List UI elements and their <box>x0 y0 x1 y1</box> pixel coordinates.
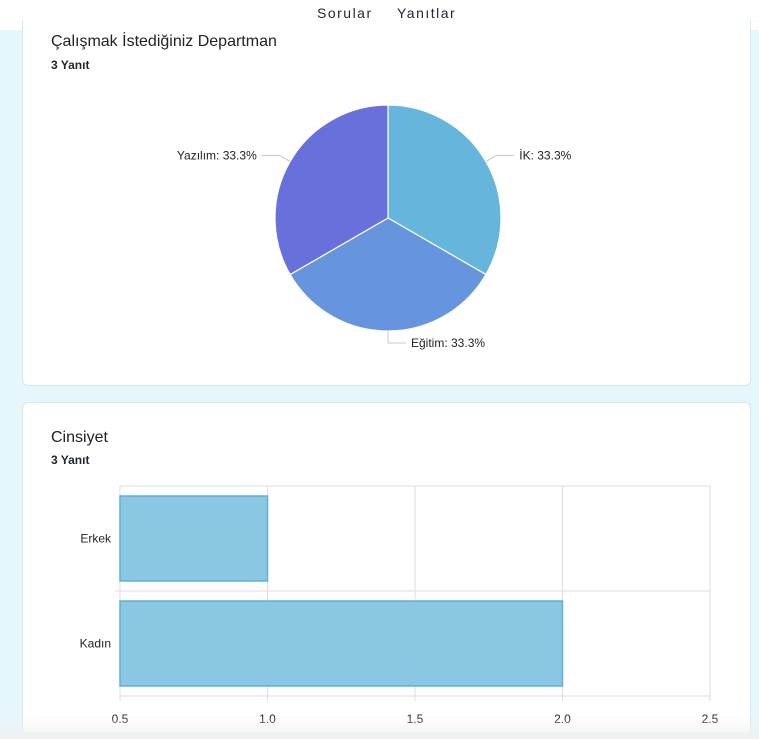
bar-1[interactable] <box>119 495 269 582</box>
bar-category-label-1: Erkek <box>80 532 112 546</box>
bar-x-tick-label-3: 1.5 <box>407 712 424 726</box>
pie-leader-line-3 <box>261 155 291 162</box>
bar-x-tick-label-5: 2.5 <box>702 712 719 726</box>
department-card: Çalışmak İstediğiniz Departman 3 Yanıt İ… <box>22 20 751 386</box>
pie-label-2: Eğitim: 33.3% <box>411 336 485 350</box>
tab-sorular[interactable]: Sorular <box>317 5 373 21</box>
pie-leader-line-2 <box>387 331 406 344</box>
gender-bar-chart: 0.5 1.0 1.5 2.0 2.5 Erkek Kadın <box>80 485 719 726</box>
bar-category-label-2: Kadın <box>80 637 111 651</box>
gender-card: Cinsiyet 3 Yanıt 0.5 1.0 1.5 2.0 2.5 Erkek Kad… <box>22 402 751 732</box>
bar-x-tick-label-4: 2.0 <box>554 712 571 726</box>
tab-yanitlar[interactable]: Yanıtlar <box>397 5 456 21</box>
bar-x-tick-label-2: 1.0 <box>259 712 276 726</box>
bar-2[interactable] <box>119 600 564 687</box>
bar-x-tick-label-1: 0.5 <box>112 712 129 726</box>
pie-label-1: İK: 33.3% <box>519 149 571 163</box>
pie-label-3: Yazılım: 33.3% <box>177 149 257 163</box>
department-pie-chart: İK: 33.3% Eğitim: 33.3% Yazılım: 33.3% <box>177 104 572 350</box>
pie-leader-line-1 <box>485 155 515 162</box>
